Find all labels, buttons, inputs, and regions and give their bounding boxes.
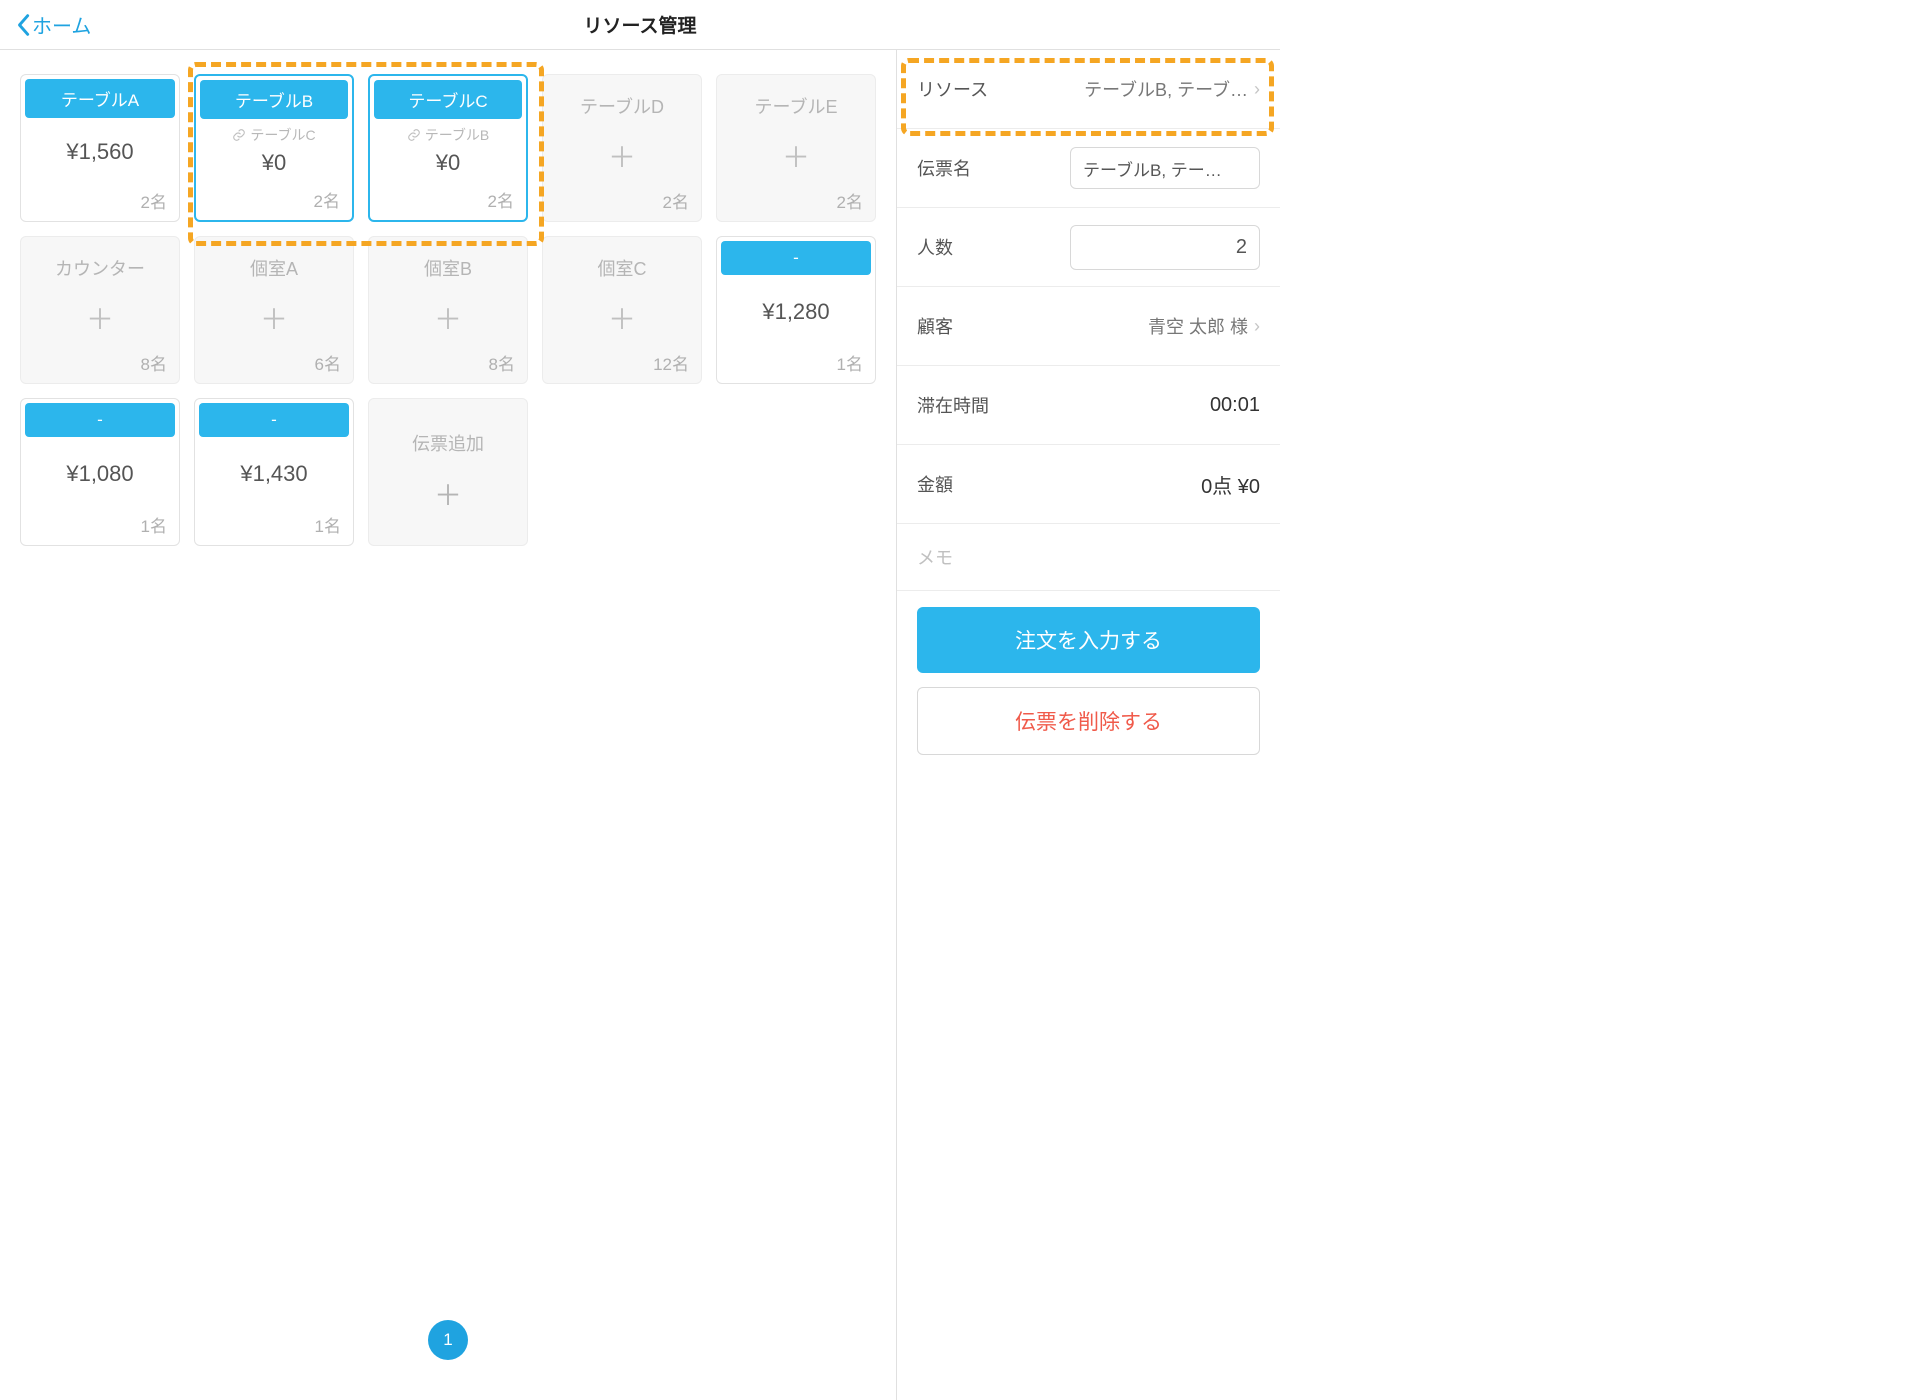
plus-icon: ＋	[608, 298, 636, 338]
linked-indicator: テーブルC	[196, 125, 352, 145]
sidebar-row-customer[interactable]: 顧客 青空 太郎 様 ›	[917, 287, 1260, 365]
card-amount: ¥0	[262, 150, 286, 176]
add-slip-card[interactable]: 伝票追加 ＋	[368, 398, 528, 546]
card-amount: ¥1,560	[66, 139, 133, 165]
card-amount: ¥1,280	[762, 299, 829, 325]
plus-icon: ＋	[434, 298, 462, 338]
resource-card-empty[interactable]: 個室A ＋ 6名	[194, 236, 354, 384]
card-people: 1名	[195, 506, 353, 545]
card-title: カウンター	[25, 241, 175, 288]
back-button[interactable]: ホーム	[16, 10, 91, 39]
chevron-left-icon	[16, 13, 30, 37]
resource-card[interactable]: テーブルC テーブルB ¥0 2名	[368, 74, 528, 222]
order-button[interactable]: 注文を入力する	[917, 607, 1260, 673]
card-title: -	[199, 403, 349, 437]
plus-icon: ＋	[782, 136, 810, 176]
card-capacity: 8名	[369, 344, 527, 383]
people-input[interactable]	[1070, 225, 1260, 270]
memo-input[interactable]: メモ	[897, 524, 1280, 591]
resource-value: テーブルB, テーブ…	[1084, 76, 1248, 102]
card-capacity: 2名	[543, 182, 701, 221]
plus-icon: ＋	[608, 136, 636, 176]
people-label: 人数	[917, 234, 953, 260]
card-people: 1名	[21, 506, 179, 545]
chevron-right-icon: ›	[1254, 316, 1260, 337]
delete-slip-button[interactable]: 伝票を削除する	[917, 687, 1260, 755]
pager-current[interactable]: 1	[428, 1320, 468, 1360]
card-people: 1名	[717, 344, 875, 383]
resource-card[interactable]: - ¥1,080 1名	[20, 398, 180, 546]
customer-value: 青空 太郎 様	[1148, 313, 1248, 339]
card-title: テーブルC	[374, 80, 522, 119]
resource-card[interactable]: - ¥1,430 1名	[194, 398, 354, 546]
card-capacity: 2名	[717, 182, 875, 221]
slip-name-input[interactable]	[1070, 147, 1260, 189]
resource-grid: テーブルA ¥1,560 2名 テーブルB テーブルC ¥0 2名 テーブルC …	[20, 74, 876, 546]
slip-name-label: 伝票名	[917, 155, 971, 181]
link-icon	[232, 128, 246, 142]
resource-card[interactable]: - ¥1,280 1名	[716, 236, 876, 384]
card-capacity: 8名	[21, 344, 179, 383]
resource-card-empty[interactable]: テーブルD ＋ 2名	[542, 74, 702, 222]
plus-icon: ＋	[260, 298, 288, 338]
amount-label: 金額	[917, 471, 953, 497]
card-title: 個室A	[199, 241, 349, 288]
sidebar-row-amount: 金額 0点 ¥0	[917, 445, 1260, 523]
card-title: テーブルE	[721, 79, 871, 126]
card-title: テーブルB	[200, 80, 348, 119]
sidebar-row-slip-name: 伝票名	[917, 129, 1260, 207]
card-title: -	[721, 241, 871, 275]
header: ホーム リソース管理	[0, 0, 1280, 50]
card-amount: ¥0	[436, 150, 460, 176]
customer-label: 顧客	[917, 313, 953, 339]
page-title: リソース管理	[583, 11, 696, 38]
resource-card-empty[interactable]: 個室C ＋ 12名	[542, 236, 702, 384]
add-card-label: 伝票追加	[412, 430, 484, 456]
main-area: テーブルA ¥1,560 2名 テーブルB テーブルC ¥0 2名 テーブルC …	[0, 50, 896, 1400]
plus-icon: ＋	[434, 474, 462, 514]
duration-label: 滞在時間	[917, 392, 989, 418]
sidebar-row-resource[interactable]: リソース テーブルB, テーブ… ›	[917, 50, 1260, 128]
resource-card-empty[interactable]: カウンター ＋ 8名	[20, 236, 180, 384]
back-label: ホーム	[32, 10, 91, 39]
linked-indicator: テーブルB	[370, 125, 526, 145]
card-amount: ¥1,080	[66, 461, 133, 487]
resource-card[interactable]: テーブルB テーブルC ¥0 2名	[194, 74, 354, 222]
plus-icon: ＋	[86, 298, 114, 338]
card-amount: ¥1,430	[240, 461, 307, 487]
resource-card-empty[interactable]: 個室B ＋ 8名	[368, 236, 528, 384]
sidebar: リソース テーブルB, テーブ… › 伝票名 人数	[896, 50, 1280, 1400]
card-title: テーブルA	[25, 79, 175, 118]
card-people: 2名	[21, 182, 179, 221]
card-people: 2名	[370, 181, 526, 220]
card-capacity: 12名	[543, 344, 701, 383]
card-people: 2名	[196, 181, 352, 220]
sidebar-row-people: 人数	[917, 208, 1260, 286]
resource-card-empty[interactable]: テーブルE ＋ 2名	[716, 74, 876, 222]
chevron-right-icon: ›	[1254, 79, 1260, 100]
card-title: 個室C	[547, 241, 697, 288]
duration-value: 00:01	[1210, 394, 1260, 417]
resource-card[interactable]: テーブルA ¥1,560 2名	[20, 74, 180, 222]
card-title: テーブルD	[547, 79, 697, 126]
resource-label: リソース	[917, 76, 988, 102]
sidebar-row-duration: 滞在時間 00:01	[917, 366, 1260, 444]
card-capacity: 6名	[195, 344, 353, 383]
amount-value: 0点 ¥0	[1201, 470, 1260, 499]
card-title: 個室B	[373, 241, 523, 288]
card-title: -	[25, 403, 175, 437]
link-icon	[407, 128, 421, 142]
